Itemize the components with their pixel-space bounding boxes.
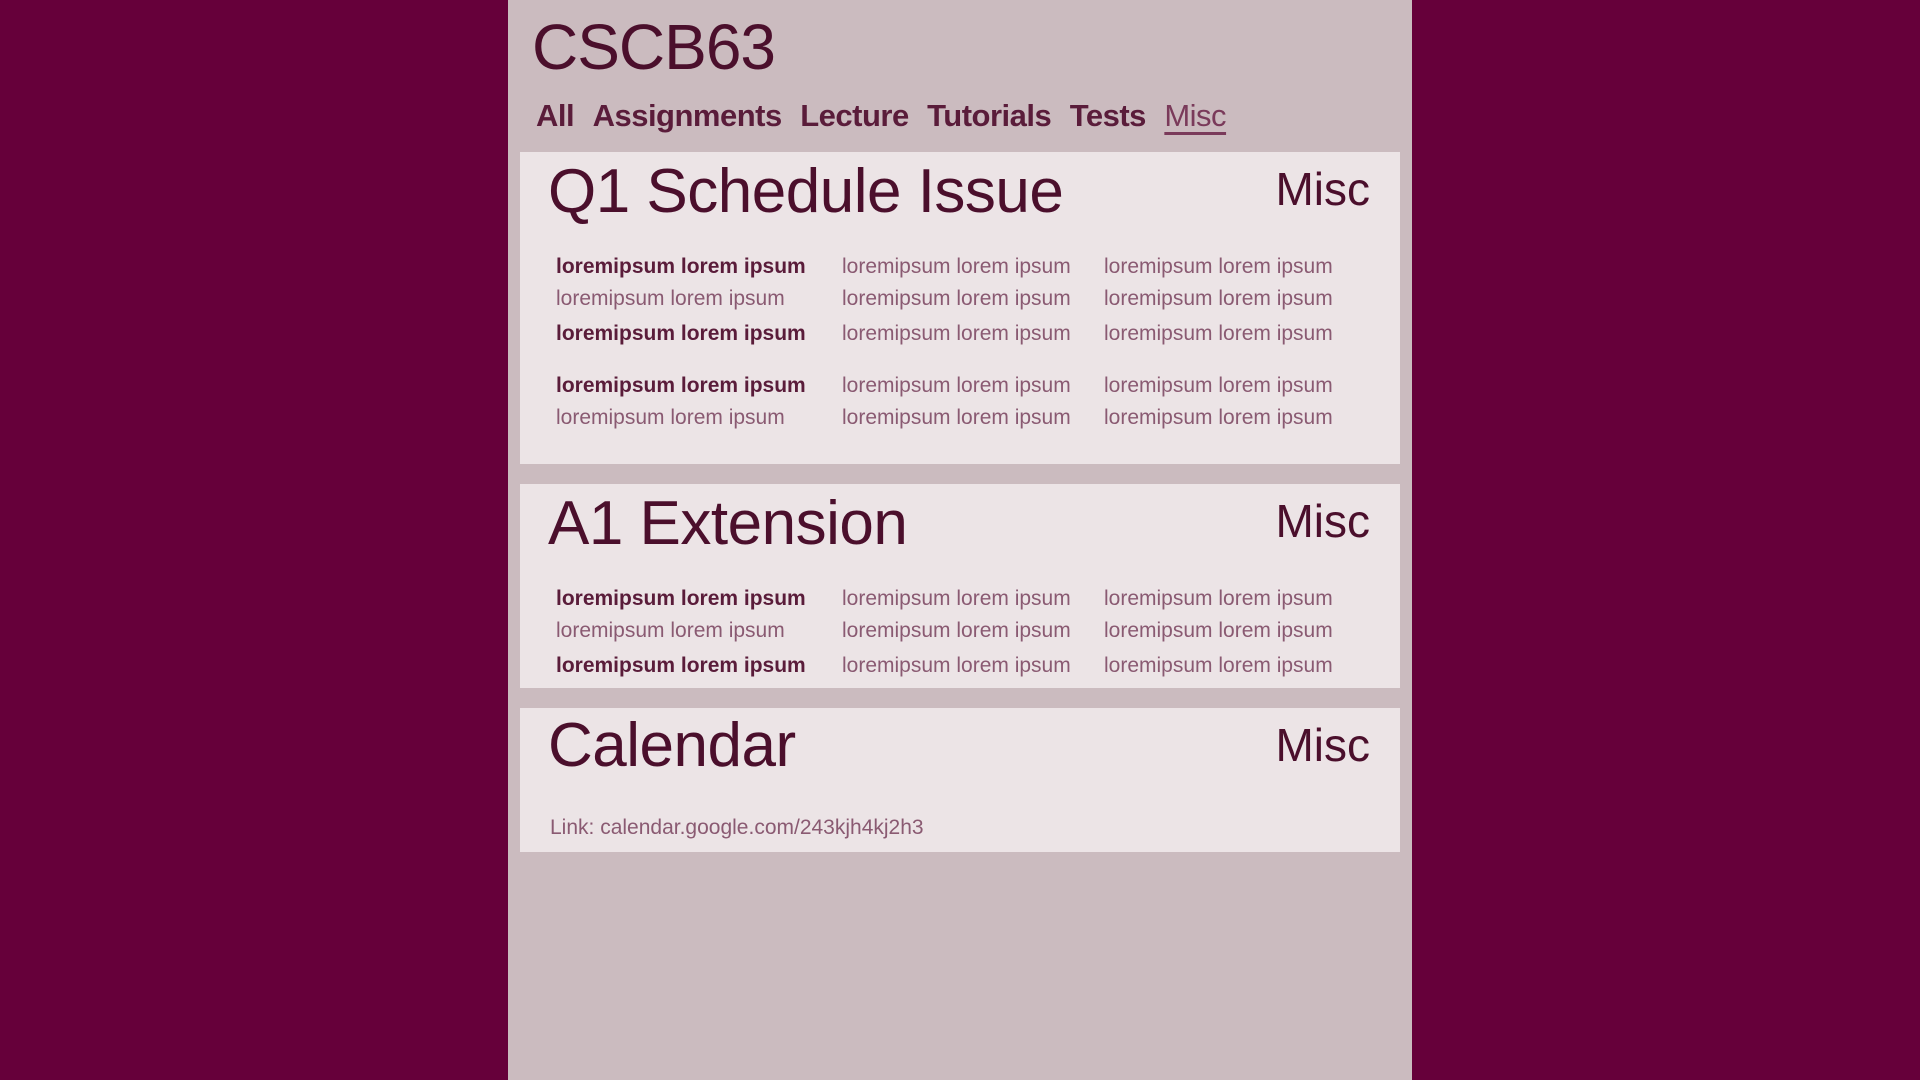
post-title: Calendar bbox=[548, 711, 796, 780]
tab-misc[interactable]: Misc bbox=[1164, 98, 1226, 134]
tab-assignments[interactable]: Assignments bbox=[593, 98, 783, 134]
post-card-calendar[interactable]: Calendar Misc Link: calendar.google.com/… bbox=[520, 708, 1400, 852]
post-title: Q1 Schedule Issue bbox=[548, 157, 1064, 226]
post-body-text: loremipsum lorem ipsum bbox=[556, 287, 785, 310]
post-body-text: loremipsum lorem ipsum bbox=[1104, 322, 1333, 345]
post-body-line: loremipsum lorem ipsum loremipsum lorem i… bbox=[556, 587, 1386, 611]
post-card-a1-extension[interactable]: A1 Extension Misc loremipsum lorem ipsum… bbox=[520, 484, 1400, 688]
post-body-text: loremipsum lorem ipsum bbox=[1104, 619, 1333, 642]
post-body-text: loremipsum lorem ipsum bbox=[842, 322, 1071, 345]
post-body-text: loremipsum lorem ipsum bbox=[1104, 287, 1333, 310]
post-body-line: loremipsum lorem ipsum loremipsum lorem i… bbox=[556, 406, 1386, 430]
post-body-text: loremipsum lorem ipsum bbox=[1104, 406, 1333, 429]
post-body-text: loremipsum lorem ipsum bbox=[842, 654, 1071, 677]
post-body-line: loremipsum lorem ipsum loremipsum lorem i… bbox=[556, 654, 1386, 678]
post-body-text: loremipsum lorem ipsum bbox=[842, 287, 1071, 310]
tab-all[interactable]: All bbox=[536, 98, 575, 134]
tab-tutorials[interactable]: Tutorials bbox=[927, 98, 1052, 134]
post-body-text: loremipsum lorem ipsum bbox=[842, 587, 1071, 610]
post-body-text: loremipsum lorem ipsum bbox=[556, 587, 806, 610]
tab-lecture[interactable]: Lecture bbox=[800, 98, 909, 134]
category-tabs: All Assignments Lecture Tutorials Tests … bbox=[536, 98, 1240, 142]
post-body-line: loremipsum lorem ipsum loremipsum lorem i… bbox=[556, 374, 1386, 398]
post-body-line: loremipsum lorem ipsum loremipsum lorem i… bbox=[556, 619, 1386, 643]
post-category-tag: Misc bbox=[1275, 163, 1370, 215]
course-page: CSCB63 All Assignments Lecture Tutorials… bbox=[508, 0, 1412, 1080]
post-body-text: loremipsum lorem ipsum bbox=[842, 406, 1071, 429]
post-body-line: loremipsum lorem ipsum loremipsum lorem i… bbox=[556, 322, 1386, 346]
post-body-text: loremipsum lorem ipsum bbox=[556, 654, 806, 677]
post-body-text: loremipsum lorem ipsum bbox=[556, 374, 806, 397]
post-body-text: loremipsum lorem ipsum bbox=[1104, 587, 1333, 610]
tab-tests[interactable]: Tests bbox=[1070, 98, 1147, 134]
post-body-text: loremipsum lorem ipsum bbox=[1104, 255, 1333, 278]
post-body-text: loremipsum lorem ipsum bbox=[556, 255, 806, 278]
post-body-line: loremipsum lorem ipsum loremipsum lorem i… bbox=[556, 255, 1386, 279]
post-body-text: loremipsum lorem ipsum bbox=[842, 374, 1071, 397]
post-body-text: loremipsum lorem ipsum bbox=[556, 322, 806, 345]
post-body-text: loremipsum lorem ipsum bbox=[1104, 654, 1333, 677]
post-body-line: loremipsum lorem ipsum loremipsum lorem i… bbox=[556, 287, 1386, 311]
post-title: A1 Extension bbox=[548, 489, 908, 558]
post-body-text: loremipsum lorem ipsum bbox=[842, 619, 1071, 642]
post-category-tag: Misc bbox=[1275, 495, 1370, 547]
post-body-text: loremipsum lorem ipsum bbox=[1104, 374, 1333, 397]
post-body-text: loremipsum lorem ipsum bbox=[556, 406, 785, 429]
post-card-q1-schedule-issue[interactable]: Q1 Schedule Issue Misc loremipsum lorem … bbox=[520, 152, 1400, 464]
post-body-text: loremipsum lorem ipsum bbox=[842, 255, 1071, 278]
calendar-link[interactable]: Link: calendar.google.com/243kjh4kj2h3 bbox=[550, 816, 924, 840]
course-title: CSCB63 bbox=[532, 11, 776, 83]
post-category-tag: Misc bbox=[1275, 719, 1370, 771]
post-body-text: loremipsum lorem ipsum bbox=[556, 619, 785, 642]
